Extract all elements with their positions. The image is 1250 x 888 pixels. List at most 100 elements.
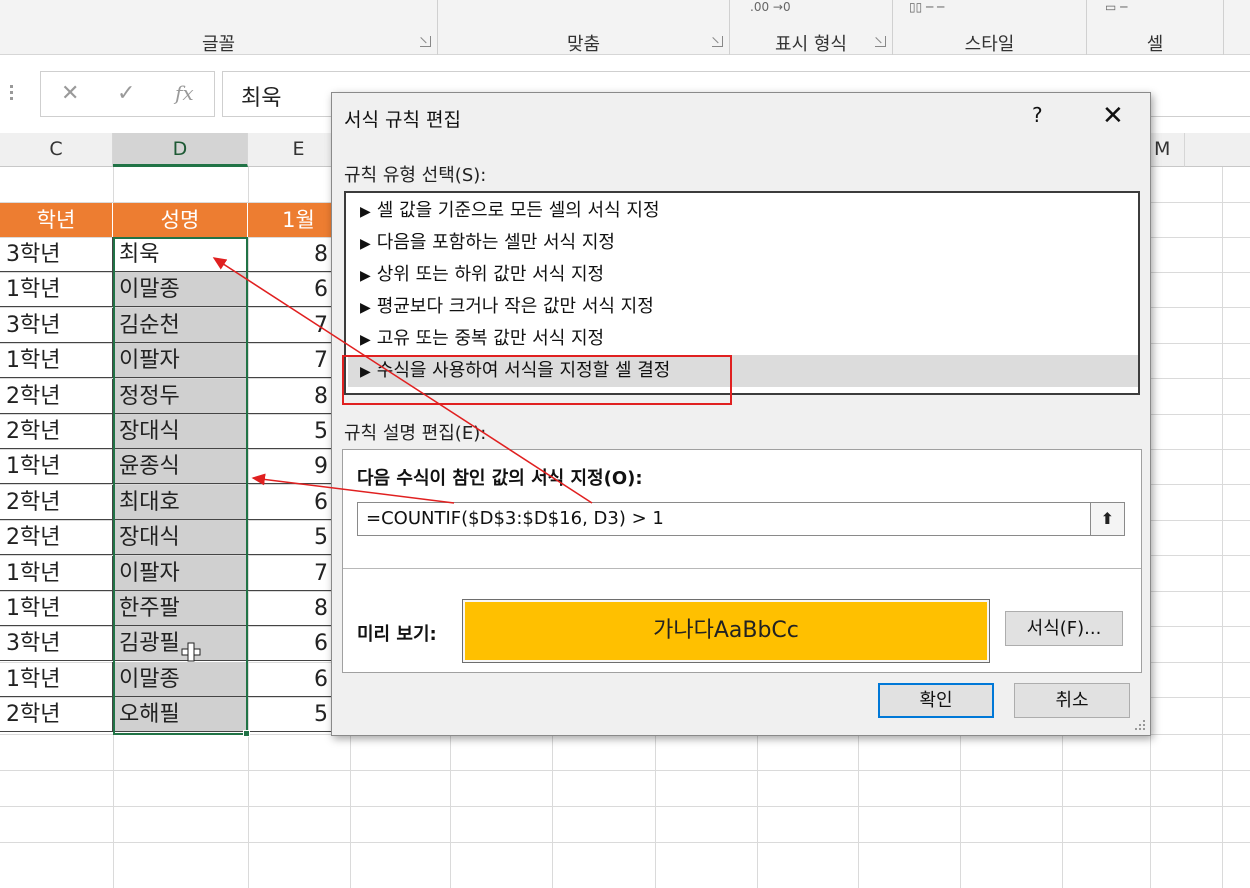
dialog-title: 서식 규칙 편집 bbox=[344, 109, 461, 131]
column-header-d[interactable]: D bbox=[113, 133, 248, 167]
jan-value-cell[interactable]: 6 bbox=[248, 485, 333, 520]
gridline bbox=[0, 770, 1250, 771]
name-cell[interactable]: 최욱 bbox=[113, 237, 248, 272]
rule-type-item[interactable]: ▶ 다음을 포함하는 셀만 서식 지정 bbox=[348, 227, 1138, 259]
jan-value-cell[interactable]: 5 bbox=[248, 697, 333, 732]
column-header-m[interactable]: M bbox=[1150, 133, 1185, 167]
jan-value-cell[interactable]: 7 bbox=[248, 556, 333, 591]
dialog-launcher-icon[interactable] bbox=[875, 36, 886, 47]
triangle-right-icon: ▶ bbox=[360, 332, 371, 348]
ribbon-group-alignment: 맞춤 bbox=[438, 0, 730, 55]
format-button[interactable]: 서식(F)... bbox=[1005, 611, 1123, 646]
resize-grip-icon[interactable] bbox=[1134, 719, 1146, 731]
name-cell[interactable]: 김광필 bbox=[113, 626, 248, 661]
rule-type-text: 고유 또는 중복 값만 서식 지정 bbox=[376, 328, 605, 349]
gridline bbox=[0, 842, 1250, 843]
edit-format-rule-dialog: 서식 규칙 편집 ? ✕ 규칙 유형 선택(S): ▶ 셀 값을 기준으로 모든 … bbox=[331, 92, 1151, 736]
formula-field[interactable]: =COUNTIF($D$3:$D$16, D3) > 1 ⬆ bbox=[357, 502, 1125, 536]
name-cell[interactable]: 오해필 bbox=[113, 697, 248, 732]
grade-cell[interactable]: 2학년 bbox=[0, 414, 113, 449]
divider bbox=[343, 568, 1141, 569]
rule-type-label: 규칙 유형 선택(S): bbox=[344, 165, 487, 186]
help-button[interactable]: ? bbox=[1032, 103, 1043, 127]
rule-type-text: 평균보다 크거나 작은 값만 서식 지정 bbox=[376, 296, 654, 317]
jan-value-cell[interactable]: 8 bbox=[248, 379, 333, 414]
jan-value-cell[interactable]: 8 bbox=[248, 591, 333, 626]
cancel-x-icon[interactable]: ✕ bbox=[61, 81, 79, 106]
formula-title: 다음 수식이 참인 값의 서식 지정(O): bbox=[357, 468, 643, 489]
name-cell[interactable]: 장대식 bbox=[113, 520, 248, 555]
ribbon-group-cells-label: 셀 bbox=[1146, 34, 1164, 55]
name-cell[interactable]: 장대식 bbox=[113, 414, 248, 449]
gridline bbox=[1222, 167, 1223, 888]
gridline bbox=[0, 806, 1250, 807]
grade-cell[interactable]: 2학년 bbox=[0, 379, 113, 414]
jan-value-cell[interactable]: 5 bbox=[248, 414, 333, 449]
triangle-right-icon: ▶ bbox=[360, 268, 371, 284]
checkmark-icon[interactable]: ✓ bbox=[117, 81, 135, 106]
header-name[interactable]: 성명 bbox=[113, 203, 248, 237]
name-cell[interactable]: 한주팔 bbox=[113, 591, 248, 626]
ribbon-group-alignment-label: 맞춤 bbox=[566, 34, 601, 55]
column-header-n[interactable] bbox=[1185, 133, 1250, 167]
ribbon-group-number: .00 →0 표시 형식 bbox=[730, 0, 893, 55]
name-cell[interactable]: 정정두 bbox=[113, 379, 248, 414]
ribbon-group-styles: ▯▯ ─ ─ 스타일 bbox=[893, 0, 1087, 55]
rule-type-item[interactable]: ▶ 평균보다 크거나 작은 값만 서식 지정 bbox=[348, 291, 1138, 323]
ribbon-group-styles-label: 스타일 bbox=[964, 34, 1015, 55]
grade-cell[interactable]: 1학년 bbox=[0, 591, 113, 626]
grade-cell[interactable]: 1학년 bbox=[0, 343, 113, 378]
rule-type-text: 다음을 포함하는 셀만 서식 지정 bbox=[376, 232, 615, 253]
jan-value-cell[interactable]: 9 bbox=[248, 449, 333, 484]
cell-style-icon[interactable]: ▯▯ ─ ─ bbox=[909, 0, 944, 14]
rule-type-text: 수식을 사용하여 서식을 지정할 셀 결정 bbox=[376, 360, 671, 381]
grade-cell[interactable]: 2학년 bbox=[0, 697, 113, 732]
column-header-c[interactable]: C bbox=[0, 133, 113, 167]
triangle-right-icon: ▶ bbox=[360, 300, 371, 316]
name-cell[interactable]: 이말종 bbox=[113, 272, 248, 307]
jan-value-cell[interactable]: 7 bbox=[248, 308, 333, 343]
jan-value-cell[interactable]: 6 bbox=[248, 272, 333, 307]
jan-value-cell[interactable]: 5 bbox=[248, 520, 333, 555]
rule-type-item-selected[interactable]: ▶ 수식을 사용하여 서식을 지정할 셀 결정 bbox=[348, 355, 1138, 387]
cancel-button[interactable]: 취소 bbox=[1014, 683, 1130, 718]
format-preview: 가나다AaBbCc bbox=[462, 599, 990, 663]
grade-cell[interactable]: 3학년 bbox=[0, 237, 113, 272]
jan-value-cell[interactable]: 7 bbox=[248, 343, 333, 378]
grade-cell[interactable]: 1학년 bbox=[0, 662, 113, 697]
ok-button[interactable]: 확인 bbox=[878, 683, 994, 718]
name-cell[interactable]: 최대호 bbox=[113, 485, 248, 520]
formula-bar-grip[interactable] bbox=[10, 85, 14, 105]
grade-cell[interactable]: 1학년 bbox=[0, 449, 113, 484]
name-cell[interactable]: 이팔자 bbox=[113, 343, 248, 378]
header-grade[interactable]: 학년 bbox=[0, 203, 113, 237]
name-cell[interactable]: 이팔자 bbox=[113, 556, 248, 591]
grade-cell[interactable]: 3학년 bbox=[0, 308, 113, 343]
collapse-dialog-icon[interactable]: ⬆ bbox=[1090, 503, 1124, 535]
rule-type-item[interactable]: ▶ 상위 또는 하위 값만 서식 지정 bbox=[348, 259, 1138, 291]
rule-type-text: 셀 값을 기준으로 모든 셀의 서식 지정 bbox=[376, 200, 660, 221]
rule-type-item[interactable]: ▶ 셀 값을 기준으로 모든 셀의 서식 지정 bbox=[348, 195, 1138, 227]
rule-type-item[interactable]: ▶ 고유 또는 중복 값만 서식 지정 bbox=[348, 323, 1138, 355]
grade-cell[interactable]: 3학년 bbox=[0, 626, 113, 661]
grade-cell[interactable]: 1학년 bbox=[0, 556, 113, 591]
triangle-right-icon: ▶ bbox=[360, 364, 371, 380]
rule-type-list: ▶ 셀 값을 기준으로 모든 셀의 서식 지정 ▶ 다음을 포함하는 셀만 서식 지… bbox=[344, 191, 1140, 395]
grade-cell[interactable]: 2학년 bbox=[0, 520, 113, 555]
cells-icon[interactable]: ▭ ─ bbox=[1105, 0, 1127, 14]
fill-handle[interactable] bbox=[243, 730, 250, 737]
triangle-right-icon: ▶ bbox=[360, 236, 371, 252]
grade-cell[interactable]: 1학년 bbox=[0, 272, 113, 307]
dialog-launcher-icon[interactable] bbox=[712, 36, 723, 47]
name-cell[interactable]: 윤종식 bbox=[113, 449, 248, 484]
jan-value-cell[interactable]: 6 bbox=[248, 662, 333, 697]
jan-value-cell[interactable]: 6 bbox=[248, 626, 333, 661]
jan-value-cell[interactable]: 8 bbox=[248, 237, 333, 272]
grade-cell[interactable]: 2학년 bbox=[0, 485, 113, 520]
name-cell[interactable]: 이말종 bbox=[113, 662, 248, 697]
close-icon[interactable]: ✕ bbox=[1102, 101, 1124, 131]
decimal-icon[interactable]: .00 →0 bbox=[750, 0, 791, 14]
fx-icon[interactable]: fx bbox=[175, 81, 194, 105]
name-cell[interactable]: 김순천 bbox=[113, 308, 248, 343]
dialog-launcher-icon[interactable] bbox=[420, 36, 431, 47]
